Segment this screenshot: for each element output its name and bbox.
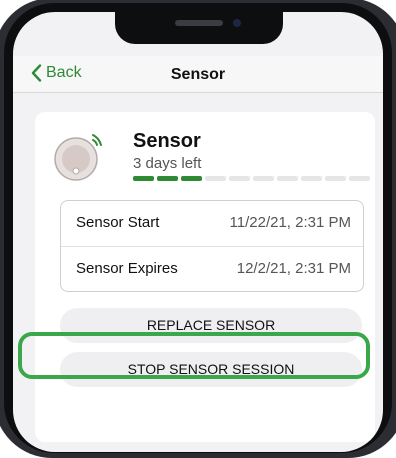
- phone-device: Back Sensor Sensor 3 days left Sensor St…: [0, 0, 396, 458]
- info-row-start: Sensor Start 11/22/21, 2:31 PM: [61, 201, 363, 245]
- navigation-bar: Back Sensor: [13, 56, 383, 93]
- progress-segment: [133, 176, 154, 181]
- days-left: 3 days left: [133, 155, 202, 172]
- progress-segment: [325, 176, 346, 181]
- progress-segment: [205, 176, 226, 181]
- screen: Back Sensor Sensor 3 days left Sensor St…: [13, 12, 383, 452]
- page-title: Sensor: [170, 66, 226, 83]
- info-row-expires: Sensor Expires 12/2/21, 2:31 PM: [61, 247, 363, 291]
- sensor-card: Sensor 3 days left Sensor Start 11/22/21…: [35, 112, 375, 442]
- progress-segment: [277, 176, 298, 181]
- sensor-life-progress: [133, 176, 370, 181]
- notch: [115, 12, 283, 44]
- info-label: Sensor Expires: [76, 260, 178, 277]
- sensor-name: Sensor: [133, 130, 201, 152]
- front-camera: [233, 19, 241, 27]
- sensor-icon: [54, 134, 102, 181]
- progress-segment: [301, 176, 322, 181]
- speaker-grille: [175, 20, 223, 26]
- signal-icon: [92, 134, 102, 146]
- info-value: 11/22/21, 2:31 PM: [229, 214, 351, 231]
- info-label: Sensor Start: [76, 214, 160, 231]
- progress-segment: [349, 176, 370, 181]
- progress-segment: [253, 176, 274, 181]
- progress-segment: [157, 176, 178, 181]
- sensor-info-box: Sensor Start 11/22/21, 2:31 PM Sensor Ex…: [60, 200, 364, 292]
- info-value: 12/2/21, 2:31 PM: [236, 260, 351, 277]
- highlight-outline: [18, 332, 370, 379]
- progress-segment: [229, 176, 250, 181]
- progress-segment: [181, 176, 202, 181]
